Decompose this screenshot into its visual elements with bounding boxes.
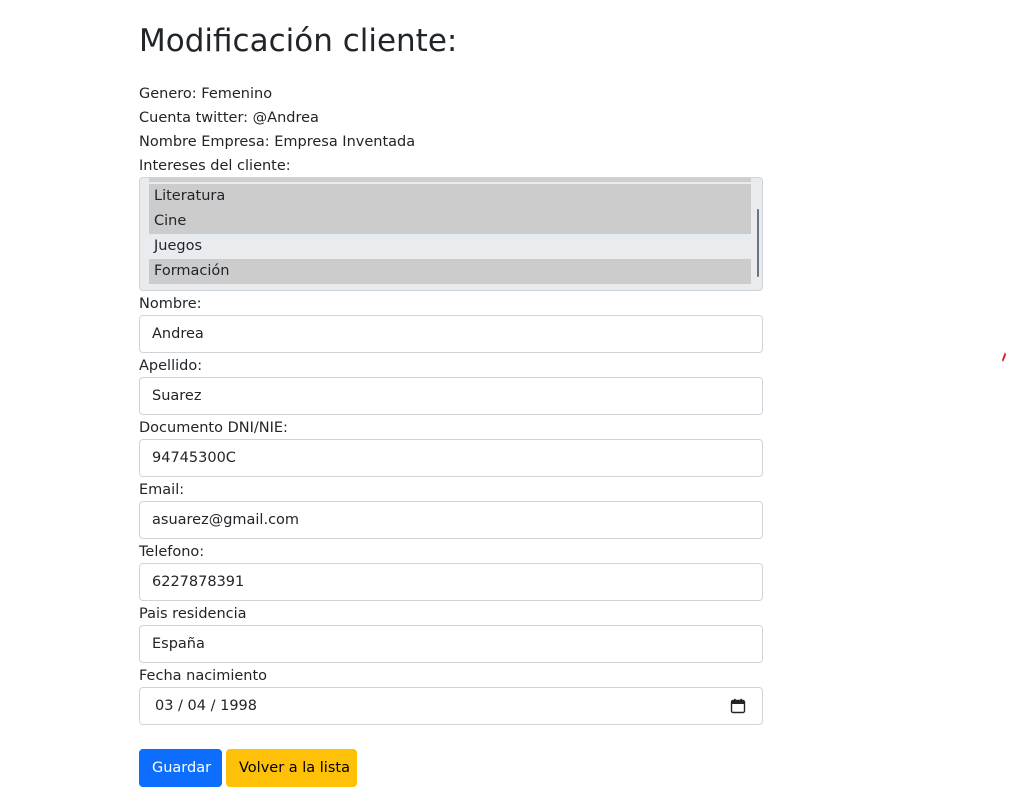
multiselect-scrollbar[interactable] <box>757 209 759 277</box>
page-title: Modificación cliente: <box>139 23 458 59</box>
twitter-text: Cuenta twitter: @Andrea <box>139 110 319 126</box>
email-label: Email: <box>139 482 185 498</box>
apellido-input[interactable] <box>139 377 763 415</box>
documento-input[interactable] <box>139 439 763 477</box>
email-input[interactable] <box>139 501 763 539</box>
option-literatura[interactable]: Literatura <box>149 184 751 209</box>
guardar-button[interactable]: Guardar <box>139 749 222 787</box>
telefono-input[interactable] <box>139 563 763 601</box>
calendar-icon[interactable] <box>730 698 746 714</box>
intereses-label: Intereses del cliente: <box>139 158 291 174</box>
intereses-multiselect[interactable]: Literatura Cine Juegos Formación <box>139 177 763 291</box>
nombre-input[interactable] <box>139 315 763 353</box>
volver-button[interactable]: Volver a la lista <box>226 749 357 787</box>
option-formacion[interactable]: Formación <box>149 259 751 284</box>
pais-label: Pais residencia <box>139 606 247 622</box>
apellido-label: Apellido: <box>139 358 203 374</box>
option-juegos[interactable]: Juegos <box>149 234 751 259</box>
empresa-text: Nombre Empresa: Empresa Inventada <box>139 134 416 150</box>
telefono-label: Telefono: <box>139 544 205 560</box>
fecha-value[interactable]: 03 / 04 / 1998 <box>155 688 257 724</box>
red-mark-icon <box>1002 352 1006 362</box>
fecha-input[interactable]: 03 / 04 / 1998 <box>139 687 763 725</box>
genero-text: Genero: Femenino <box>139 86 273 102</box>
nombre-label: Nombre: <box>139 296 202 312</box>
pais-input[interactable] <box>139 625 763 663</box>
fecha-label: Fecha nacimiento <box>139 668 268 684</box>
option-cine[interactable]: Cine <box>149 209 751 234</box>
documento-label: Documento DNI/NIE: <box>139 420 288 436</box>
previous-option-edge <box>149 178 751 182</box>
